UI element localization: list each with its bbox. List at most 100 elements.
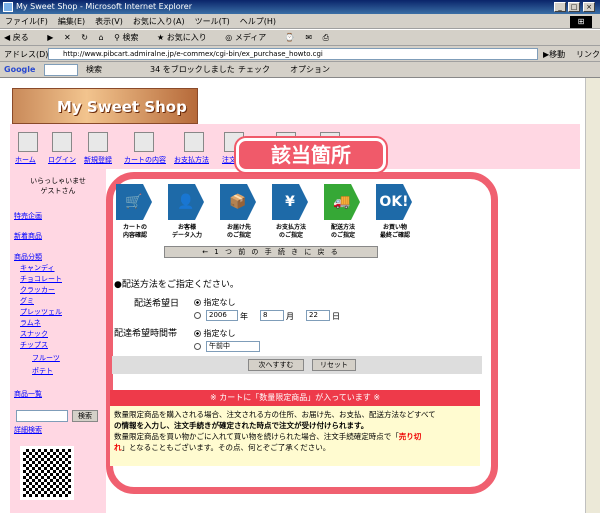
sidebar-item-chips[interactable]: チップス <box>20 340 48 350</box>
section-title: ●配送方法をご指定ください。 <box>114 280 239 290</box>
date-none-radio[interactable]: 指定なし <box>194 297 236 308</box>
print-icon[interactable]: ⎙ <box>323 33 329 42</box>
back-label: 戻る <box>12 33 29 42</box>
go-button[interactable]: ▶移動 <box>543 49 565 60</box>
year-unit: 年 <box>240 312 248 321</box>
mail-icon[interactable]: ✉ <box>305 33 312 42</box>
go-label: 移動 <box>549 50 566 59</box>
month-unit: 月 <box>286 312 294 321</box>
menu-file[interactable]: ファイル(F) <box>0 14 53 29</box>
login-icon[interactable] <box>52 132 72 152</box>
address-label: アドレス(D) <box>4 50 49 59</box>
sidebar-advanced-search[interactable]: 詳細検索 <box>14 425 42 435</box>
sidebar-product-list[interactable]: 商品一覧 <box>14 389 42 399</box>
nav-home[interactable]: ホーム <box>15 155 36 165</box>
welcome-line-2: ゲストさん <box>40 187 76 195</box>
date-specify-radio[interactable] <box>194 311 201 320</box>
step-label-confirm: お買い物 最終ご確認 <box>379 224 410 239</box>
sidebar-search-button[interactable]: 検索 <box>72 410 98 422</box>
sidebar-search-input[interactable] <box>16 410 68 422</box>
sidebar-item-pretzel[interactable]: プレッツェル <box>20 307 62 317</box>
ie-icon <box>3 2 13 12</box>
nav-register[interactable]: 新規登録 <box>84 155 112 165</box>
time-none-label: 指定なし <box>203 329 236 338</box>
time-select[interactable]: 午前中 <box>206 341 260 352</box>
step-label-shipping: 配送方法 のご指定 <box>330 224 355 239</box>
forward-button[interactable]: ▶ <box>47 33 53 42</box>
notice-line-4: れ」となることもございます。その点、何とぞご了承ください。 <box>114 443 331 452</box>
minimize-button[interactable]: _ <box>554 2 566 12</box>
notice-line-3: 数量限定商品を買い物かごに入れて買い物を続けられた場合、注文手続確定時点で「売り… <box>114 432 422 441</box>
sold-out-warning: れ <box>114 443 122 452</box>
address-input[interactable]: http://www.pibcart.admiralne.jp/e-commex… <box>48 48 538 60</box>
media-button[interactable]: ◎ メディア <box>225 33 274 42</box>
spellcheck-button[interactable]: チェック <box>238 62 270 78</box>
menu-edit[interactable]: 編集(E) <box>53 14 90 29</box>
sidebar-item-snack[interactable]: スナック <box>20 329 48 339</box>
window-title-bar: My Sweet Shop - Microsoft Internet Explo… <box>0 0 600 14</box>
sidebar-item-chocolate[interactable]: チョコレート <box>20 274 62 284</box>
year-select[interactable]: 2006 <box>206 310 238 321</box>
notice-line-2: の情報を入力し、注文手続きが確定された時点で注文が受け付けられます。 <box>114 421 369 430</box>
refresh-icon[interactable]: ↻ <box>81 33 88 42</box>
options-button[interactable]: オプション <box>290 62 330 78</box>
sidebar-item-cracker[interactable]: クラッカー <box>20 285 55 295</box>
menu-help[interactable]: ヘルプ(H) <box>235 14 281 29</box>
date-none-label: 指定なし <box>203 298 236 307</box>
nav-cart[interactable]: カートの内容 <box>124 155 166 165</box>
google-search-input[interactable] <box>44 64 78 76</box>
favorites-label: お気に入り <box>166 33 207 42</box>
register-icon[interactable] <box>88 132 108 152</box>
time-none-radio[interactable]: 指定なし <box>194 328 236 339</box>
back-button[interactable]: ◀ 戻る <box>4 33 37 42</box>
step-label-customer: お客様 データ入力 <box>171 224 202 239</box>
back-step-button[interactable]: ← 1 つ 前 の 手 続 き に 戻 る <box>164 246 378 258</box>
qr-code <box>20 446 74 500</box>
sidebar-subitem-potato[interactable]: ポテト <box>32 366 53 376</box>
home-icon[interactable]: ⌂ <box>98 33 103 42</box>
payment-icon[interactable] <box>184 132 204 152</box>
nav-login[interactable]: ログイン <box>48 155 76 165</box>
step-label-payment: お支払方法 のご指定 <box>275 224 306 239</box>
sidebar-item-candy[interactable]: キャンディ <box>20 263 55 273</box>
welcome-line-1: いらっしゃいませ <box>30 177 86 185</box>
maximize-button[interactable]: □ <box>568 2 580 12</box>
favorites-button[interactable]: ★ お気に入り <box>157 33 215 42</box>
menu-favorites[interactable]: お気に入り(A) <box>128 14 190 29</box>
google-search-button[interactable]: 検索 <box>86 62 102 78</box>
menu-tools[interactable]: ツール(T) <box>190 14 235 29</box>
sidebar-item-ramune[interactable]: ラムネ <box>20 318 41 328</box>
menu-bar: ファイル(F) 編集(E) 表示(V) お気に入り(A) ツール(T) ヘルプ(H) <box>0 14 600 29</box>
month-select[interactable]: 8 <box>260 310 284 321</box>
google-toolbar: Google 検索 34 をブロックしました チェック オプション <box>0 62 600 78</box>
delivery-time-label: 配達希望時間帯 <box>114 329 178 339</box>
time-specify-radio[interactable] <box>194 342 201 351</box>
sidebar-new[interactable]: 新着商品 <box>14 231 42 241</box>
history-icon[interactable]: ⌚ <box>285 33 295 42</box>
nav-payment[interactable]: お支払方法 <box>174 155 209 165</box>
search-button[interactable]: ⚲ 検索 <box>114 33 146 42</box>
home-icon[interactable] <box>18 132 38 152</box>
popup-blocked-label[interactable]: 34 をブロックしました <box>150 62 235 78</box>
cart-icon[interactable] <box>134 132 154 152</box>
step-label-delivery: お届け先 のご指定 <box>226 224 251 239</box>
stop-icon[interactable]: ✕ <box>64 33 71 42</box>
sidebar-special[interactable]: 特売企画 <box>14 211 42 221</box>
shop-logo[interactable]: My Sweet Shop <box>12 88 198 124</box>
limited-notice-body: 数量限定商品を購入される場合、注文される方の住所、お届け先、お支払、配送方法など… <box>110 406 480 466</box>
links-label[interactable]: リンク <box>576 49 600 60</box>
delivery-date-label: 配送希望日 <box>134 299 180 309</box>
sidebar-subitem-fruit[interactable]: フルーツ <box>32 353 60 363</box>
reset-button[interactable]: リセット <box>312 359 356 371</box>
notice-line-1: 数量限定商品を購入される場合、注文される方の住所、お届け先、お支払、配送方法など… <box>114 410 436 419</box>
menu-view[interactable]: 表示(V) <box>90 14 128 29</box>
sidebar-item-gummy[interactable]: グミ <box>20 296 34 306</box>
vertical-scrollbar[interactable] <box>585 78 600 513</box>
next-button[interactable]: 次へすすむ <box>248 359 304 371</box>
sidebar-categories[interactable]: 商品分類 <box>14 252 42 262</box>
browser-toolbar: ◀ 戻る ▶ ✕ ↻ ⌂ ⚲ 検索 ★ お気に入り ◎ メディア ⌚ ✉ ⎙ <box>0 30 600 46</box>
google-logo[interactable]: Google <box>4 62 35 78</box>
close-button[interactable]: × <box>583 2 595 12</box>
day-select[interactable]: 22 <box>306 310 330 321</box>
sold-out-warning: 売り切 <box>398 432 422 441</box>
